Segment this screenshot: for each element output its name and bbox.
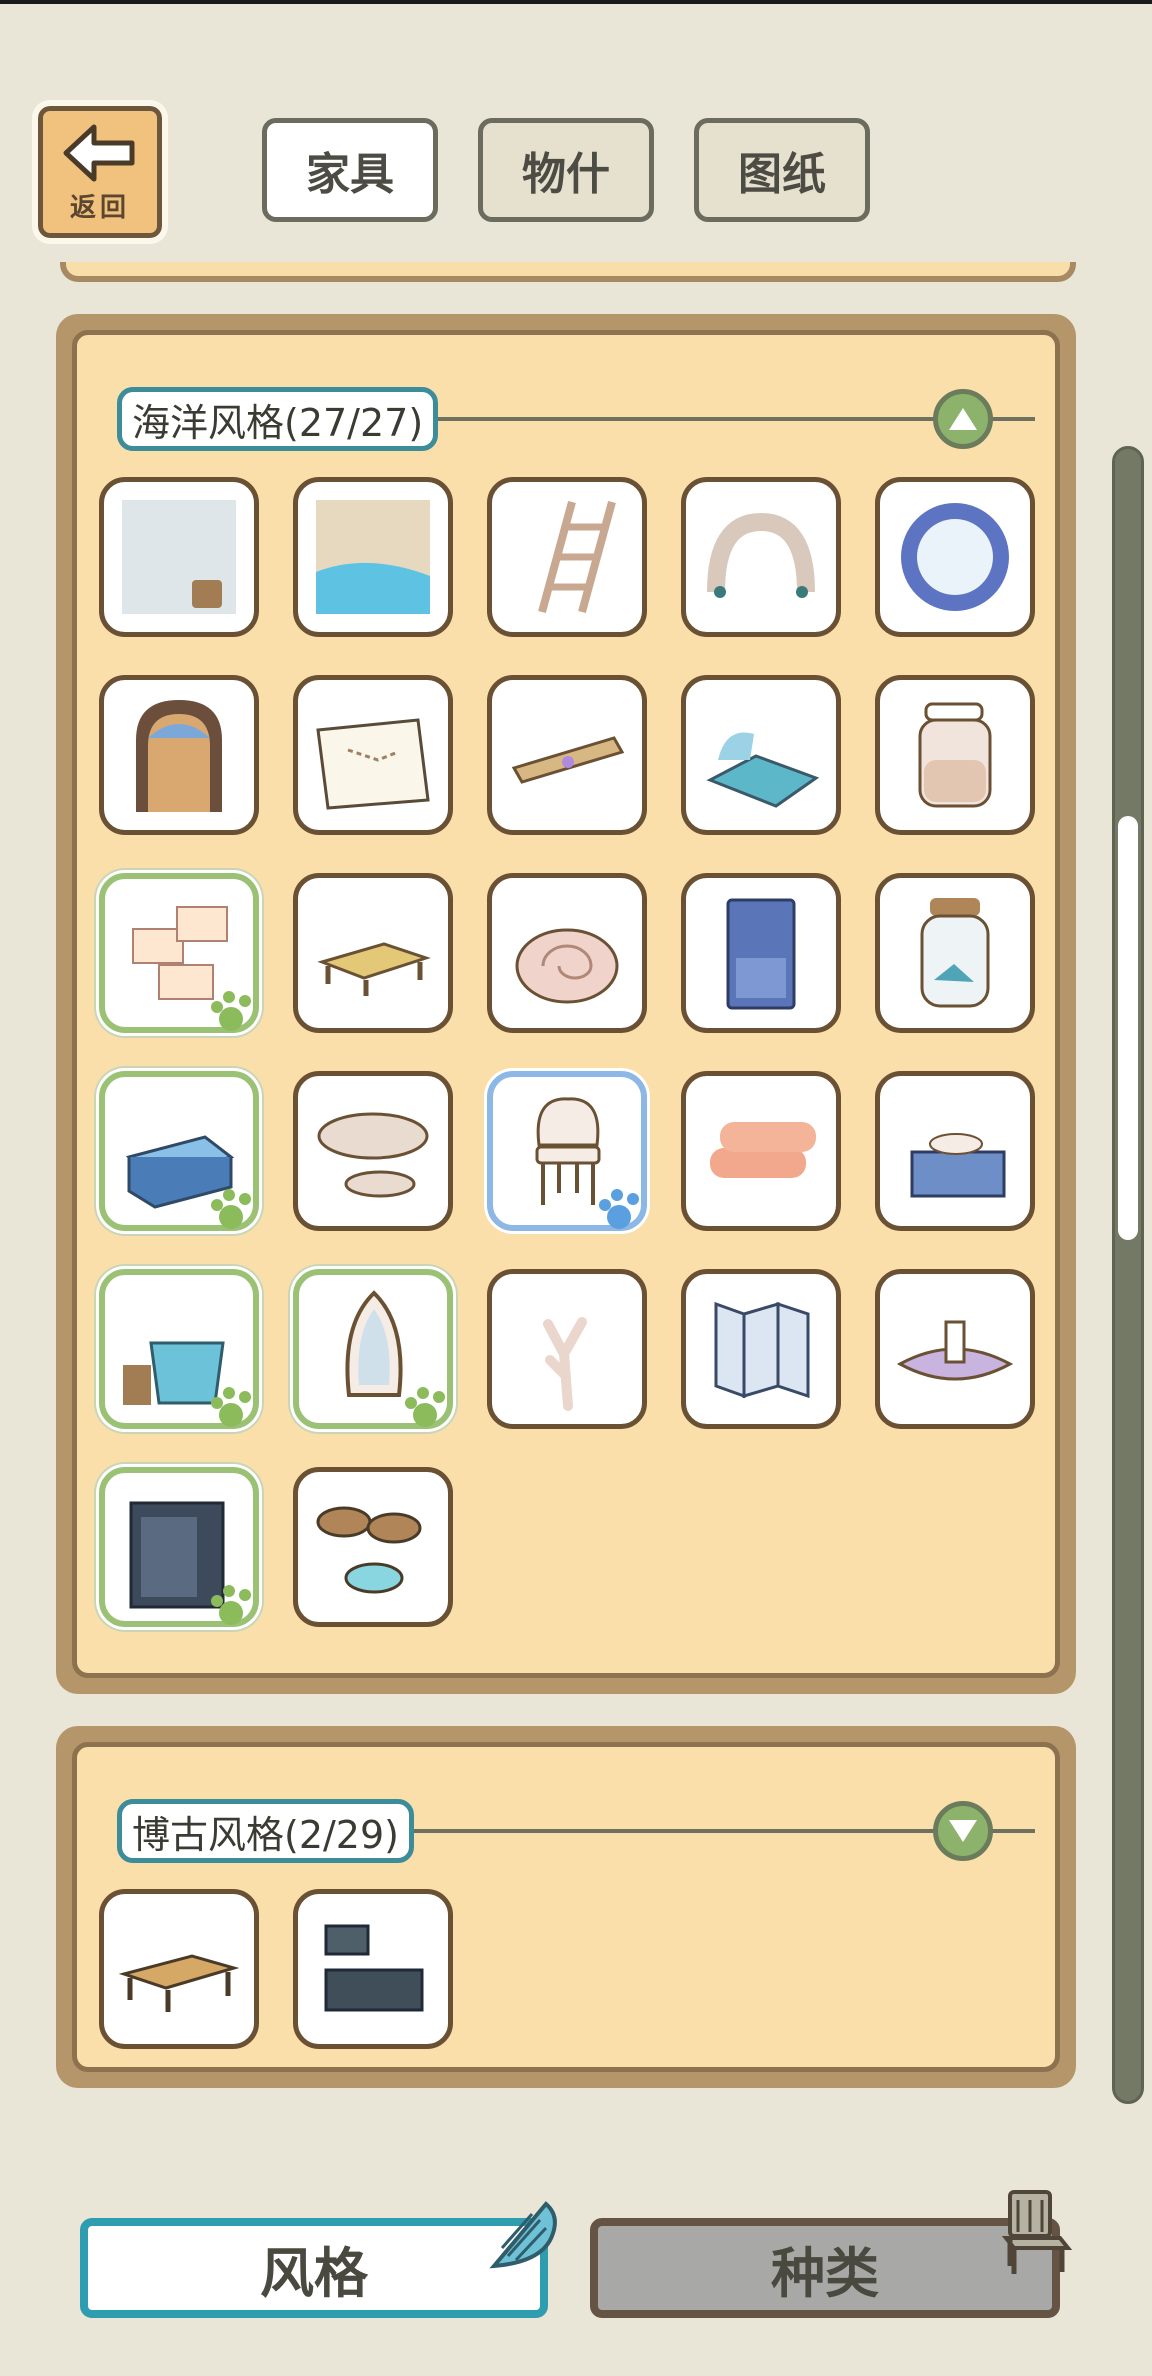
tab-blueprints[interactable]: 图纸 bbox=[694, 118, 870, 222]
furniture-item[interactable] bbox=[293, 675, 453, 835]
tab-category[interactable]: 种类 bbox=[590, 2218, 1060, 2318]
frog-paw-icon bbox=[405, 1387, 445, 1427]
furniture-item[interactable] bbox=[99, 1269, 259, 1429]
furniture-item[interactable] bbox=[681, 873, 841, 1033]
chevron-down-icon bbox=[949, 1820, 977, 1842]
furniture-item[interactable] bbox=[99, 1071, 259, 1231]
furniture-item[interactable] bbox=[681, 1269, 841, 1429]
stone-arch-icon bbox=[707, 512, 815, 598]
back-arrow-icon bbox=[63, 124, 135, 181]
furniture-item[interactable] bbox=[487, 477, 647, 637]
folding-screen-icon bbox=[714, 1301, 810, 1399]
antique-style-section: 博古风格(2/29) bbox=[56, 1726, 1076, 2088]
furniture-item[interactable] bbox=[487, 1269, 647, 1429]
furniture-item[interactable] bbox=[875, 477, 1035, 637]
coral-icon bbox=[543, 1317, 587, 1411]
furniture-item[interactable] bbox=[681, 477, 841, 637]
tab-style[interactable]: 风格 bbox=[80, 2218, 548, 2318]
frog-paw-icon bbox=[211, 1387, 251, 1427]
furniture-item[interactable] bbox=[487, 675, 647, 835]
furniture-item[interactable] bbox=[293, 1071, 453, 1231]
low-table-icon bbox=[317, 942, 431, 996]
section-title: 博古风格(2/29) bbox=[117, 1799, 414, 1863]
sand-jar-icon bbox=[918, 702, 992, 808]
furniture-item[interactable] bbox=[875, 675, 1035, 835]
frog-paw-icon bbox=[211, 1189, 251, 1229]
shell-jar-icon bbox=[920, 898, 990, 1008]
scrollbar-track[interactable] bbox=[1112, 446, 1144, 2104]
status-bar bbox=[0, 0, 1152, 4]
furniture-item[interactable] bbox=[293, 1889, 453, 2049]
seaside-floor-icon bbox=[316, 500, 430, 614]
wall-with-bucket-icon bbox=[122, 500, 236, 614]
tab-furniture[interactable]: 家具 bbox=[262, 118, 438, 222]
furniture-item[interactable] bbox=[293, 1269, 453, 1429]
pointer-hand-icon bbox=[599, 1189, 639, 1229]
previous-section-edge bbox=[60, 262, 1076, 282]
furniture-item[interactable] bbox=[99, 873, 259, 1033]
chevron-up-icon bbox=[949, 408, 977, 430]
collapse-button[interactable] bbox=[933, 389, 993, 449]
furniture-item[interactable] bbox=[293, 477, 453, 637]
arched-door-icon bbox=[136, 700, 222, 812]
furniture-item[interactable] bbox=[99, 1889, 259, 2049]
scrollbar-thumb[interactable] bbox=[1118, 816, 1138, 1240]
chair-icon bbox=[1001, 2190, 1073, 2274]
furniture-item[interactable] bbox=[99, 1467, 259, 1627]
treasure-map-icon bbox=[316, 718, 430, 810]
expand-button[interactable] bbox=[933, 1801, 993, 1861]
tab-category-label: 种类 bbox=[771, 2241, 879, 2305]
furniture-item[interactable] bbox=[99, 675, 259, 835]
towel-rolls-icon bbox=[710, 1122, 816, 1178]
vanity-desk-icon bbox=[910, 1133, 1006, 1198]
frog-paw-icon bbox=[211, 1585, 251, 1625]
furniture-item[interactable] bbox=[681, 675, 841, 835]
furniture-item[interactable] bbox=[99, 477, 259, 637]
antique-stove-icon bbox=[324, 1924, 424, 2012]
back-button[interactable]: 返回 bbox=[32, 100, 168, 244]
ladder-icon bbox=[538, 500, 616, 614]
furniture-item[interactable] bbox=[875, 873, 1035, 1033]
rock-table-icon bbox=[317, 1112, 429, 1198]
shell-candle-icon bbox=[896, 1320, 1014, 1381]
section-title: 海洋风格(27/27) bbox=[117, 387, 439, 451]
furniture-item[interactable] bbox=[487, 1071, 647, 1231]
blue-cabinet-icon bbox=[726, 898, 796, 1010]
conch-seat-icon bbox=[515, 928, 619, 1004]
back-label: 返回 bbox=[69, 192, 130, 223]
furniture-item[interactable] bbox=[487, 873, 647, 1033]
tab-items[interactable]: 物什 bbox=[478, 118, 654, 222]
barrel-stools-icon bbox=[316, 1506, 422, 1594]
conch-shell-icon bbox=[489, 2201, 557, 2269]
furniture-item[interactable] bbox=[293, 873, 453, 1033]
scroll-icon bbox=[511, 736, 625, 784]
tab-style-label: 风格 bbox=[260, 2241, 368, 2305]
furniture-item[interactable] bbox=[875, 1071, 1035, 1231]
furniture-item[interactable] bbox=[875, 1269, 1035, 1429]
furniture-item[interactable] bbox=[681, 1071, 841, 1231]
antique-table-icon bbox=[118, 1954, 240, 2012]
frog-paw-icon bbox=[211, 991, 251, 1031]
porthole-window-icon bbox=[901, 503, 1009, 611]
ocean-style-section: 海洋风格(27/27) bbox=[56, 314, 1076, 1694]
furniture-item[interactable] bbox=[293, 1467, 453, 1627]
shell-bed-icon bbox=[706, 732, 820, 808]
